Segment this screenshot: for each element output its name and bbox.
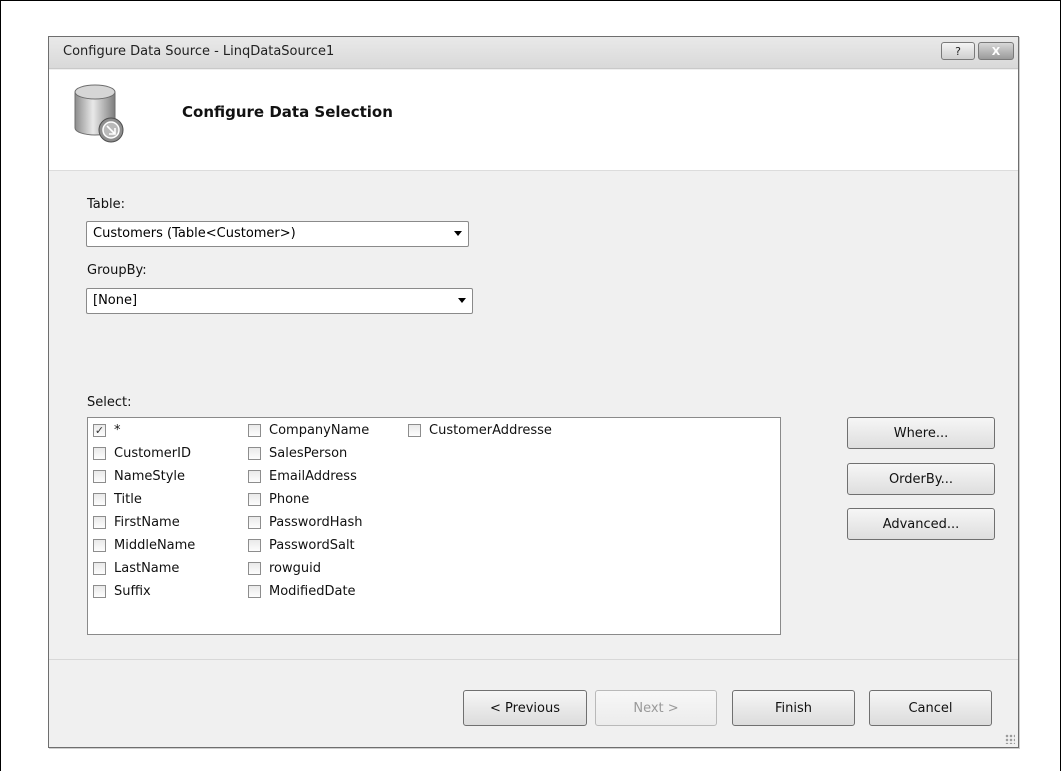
select-fields-list: ✓ * CustomerID NameStyle Title FirstName … — [87, 417, 781, 635]
groupby-dropdown[interactable]: [None] — [86, 288, 473, 314]
finish-button[interactable]: Finish — [732, 690, 855, 726]
checkbox-icon — [248, 493, 261, 506]
table-label: Table: — [87, 197, 125, 212]
field-label: * — [114, 423, 121, 438]
field-label: Phone — [269, 492, 310, 507]
field-label: PasswordSalt — [269, 538, 355, 553]
field-checkbox-customeraddresse[interactable]: CustomerAddresse — [408, 423, 552, 438]
checkbox-icon — [408, 424, 421, 437]
field-label: ModifiedDate — [269, 584, 356, 599]
checkbox-icon — [248, 562, 261, 575]
checkbox-icon — [248, 585, 261, 598]
field-label: SalesPerson — [269, 446, 348, 461]
checkbox-icon — [93, 493, 106, 506]
previous-button[interactable]: < Previous — [463, 690, 587, 726]
field-checkbox-lastname[interactable]: LastName — [93, 561, 179, 576]
checkbox-icon — [93, 447, 106, 460]
checkbox-icon — [93, 585, 106, 598]
field-label: CustomerID — [114, 446, 191, 461]
field-label: Suffix — [114, 584, 151, 599]
orderby-button[interactable]: OrderBy... — [847, 463, 995, 495]
field-checkbox-companyname[interactable]: CompanyName — [248, 423, 369, 438]
cancel-button[interactable]: Cancel — [869, 690, 992, 726]
advanced-button[interactable]: Advanced... — [847, 508, 995, 540]
checkbox-icon — [248, 470, 261, 483]
field-checkbox-phone[interactable]: Phone — [248, 492, 309, 507]
checkbox-icon — [93, 562, 106, 575]
title-bar: Configure Data Source - LinqDataSource1 … — [49, 37, 1018, 69]
field-checkbox-namestyle[interactable]: NameStyle — [93, 469, 185, 484]
checkbox-icon — [93, 539, 106, 552]
table-dropdown-value: Customers (Table<Customer>) — [93, 226, 296, 241]
field-label: NameStyle — [114, 469, 186, 484]
field-checkbox-firstname[interactable]: FirstName — [93, 515, 180, 530]
groupby-dropdown-value: [None] — [93, 293, 138, 308]
field-label: Title — [114, 492, 142, 507]
field-checkbox-modifieddate[interactable]: ModifiedDate — [248, 584, 356, 599]
select-label: Select: — [87, 395, 132, 410]
outer-frame-left — [0, 0, 1, 771]
field-checkbox-salesperson[interactable]: SalesPerson — [248, 446, 347, 461]
page-title: Configure Data Selection — [182, 103, 393, 121]
database-icon — [74, 84, 124, 143]
table-dropdown[interactable]: Customers (Table<Customer>) — [86, 221, 469, 247]
field-checkbox-middlename[interactable]: MiddleName — [93, 538, 195, 553]
field-label: EmailAddress — [269, 469, 357, 484]
field-label: CompanyName — [269, 423, 370, 438]
outer-frame-top — [0, 0, 1061, 1]
checkbox-checked-icon: ✓ — [93, 424, 106, 437]
field-label: MiddleName — [114, 538, 196, 553]
chevron-down-icon — [454, 231, 462, 236]
groupby-label: GroupBy: — [87, 263, 147, 278]
checkbox-icon — [93, 516, 106, 529]
field-label: FirstName — [114, 515, 180, 530]
field-label: LastName — [114, 561, 180, 576]
wizard-header: Configure Data Selection — [49, 70, 1018, 171]
chevron-down-icon — [458, 298, 466, 303]
help-button[interactable]: ? — [941, 42, 975, 60]
field-label: PasswordHash — [269, 515, 363, 530]
where-button[interactable]: Where... — [847, 417, 995, 449]
checkbox-icon — [93, 470, 106, 483]
field-checkbox-title[interactable]: Title — [93, 492, 142, 507]
field-checkbox-passwordsalt[interactable]: PasswordSalt — [248, 538, 355, 553]
field-checkbox-rowguid[interactable]: rowguid — [248, 561, 321, 576]
field-checkbox-emailaddress[interactable]: EmailAddress — [248, 469, 357, 484]
resize-grip-icon[interactable] — [1005, 734, 1015, 744]
checkbox-icon — [248, 447, 261, 460]
configure-data-source-dialog: Configure Data Source - LinqDataSource1 … — [48, 36, 1019, 748]
window-title: Configure Data Source - LinqDataSource1 — [63, 44, 335, 59]
checkbox-icon — [248, 516, 261, 529]
field-checkbox-all[interactable]: ✓ * — [93, 423, 121, 438]
close-button[interactable]: X — [978, 42, 1014, 60]
field-label: CustomerAddresse — [429, 423, 552, 438]
checkbox-icon — [248, 424, 261, 437]
checkbox-icon — [248, 539, 261, 552]
field-checkbox-customerid[interactable]: CustomerID — [93, 446, 191, 461]
field-checkbox-passwordhash[interactable]: PasswordHash — [248, 515, 362, 530]
next-button[interactable]: Next > — [595, 690, 717, 726]
footer-divider — [49, 659, 1018, 660]
field-label: rowguid — [269, 561, 321, 576]
field-checkbox-suffix[interactable]: Suffix — [93, 584, 151, 599]
